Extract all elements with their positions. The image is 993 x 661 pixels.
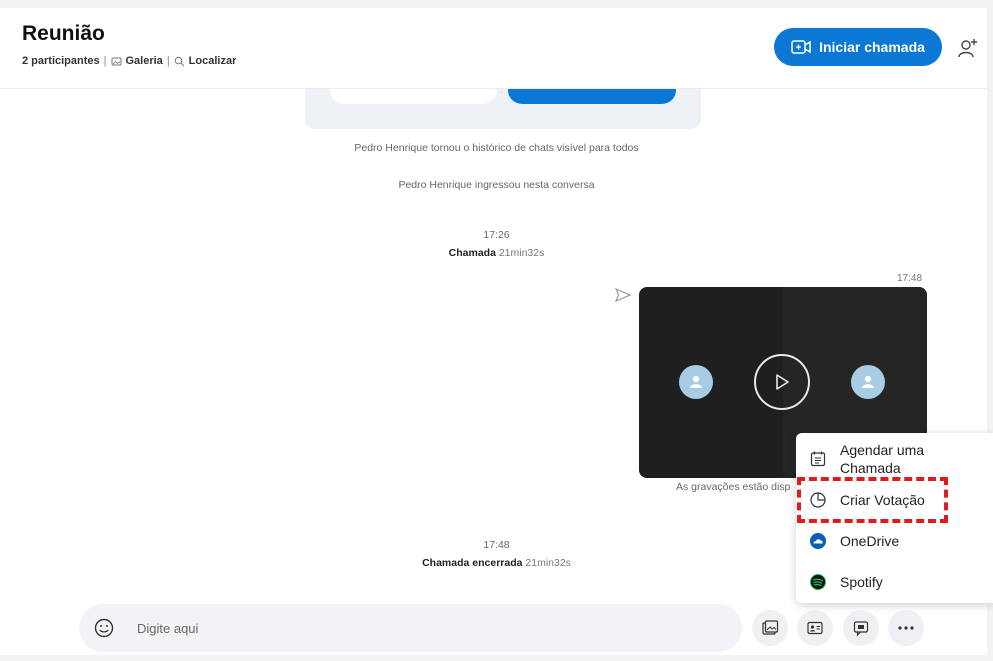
message-time: 17:48	[897, 273, 923, 284]
onedrive-icon	[809, 532, 827, 550]
menu-item-schedule-call[interactable]: Agendar uma Chamada	[796, 437, 993, 481]
system-message: Pedro Henrique ingressou nesta conversa	[398, 179, 595, 191]
more-options-button[interactable]	[888, 610, 924, 646]
video-message-icon	[853, 621, 869, 637]
image-icon	[762, 620, 779, 635]
contact-card-button[interactable]	[797, 610, 833, 646]
conversation-subtitle: 2 participantes | Galeria | Localizar	[22, 55, 236, 67]
person-icon	[862, 375, 874, 388]
video-message-button[interactable]	[843, 610, 879, 646]
chat-header: Reunião 2 participantes | Galeria | Loca…	[0, 8, 987, 88]
participants-link[interactable]: 2 participantes	[22, 55, 100, 67]
play-button[interactable]	[754, 354, 810, 410]
gallery-icon	[111, 56, 122, 67]
call-duration: 21min32s	[525, 557, 571, 569]
video-call-icon	[791, 39, 811, 55]
menu-item-label: Spotify	[840, 574, 883, 590]
search-icon	[174, 56, 185, 67]
spotify-icon	[809, 573, 827, 591]
ellipsis-icon	[898, 626, 914, 630]
start-call-label: Iniciar chamada	[819, 39, 925, 55]
header-divider	[0, 88, 987, 89]
find-link[interactable]: Localizar	[189, 55, 237, 67]
window-bottom-border	[0, 655, 993, 661]
call-label: Chamada	[448, 247, 496, 259]
add-person-icon	[958, 39, 977, 58]
menu-item-label: Agendar uma Chamada	[840, 442, 925, 476]
message-composer[interactable]: Digite aqui	[79, 604, 742, 652]
participant-avatar	[679, 365, 713, 399]
separator: |	[166, 55, 170, 67]
conversation-title: Reunião	[22, 22, 105, 45]
add-participant-button[interactable]	[955, 35, 981, 61]
system-message: Pedro Henrique tornou o histórico de cha…	[354, 142, 639, 154]
menu-item-spotify[interactable]: Spotify	[796, 568, 993, 596]
start-call-button[interactable]: Iniciar chamada	[774, 28, 942, 66]
call-summary: Chamada 21min32s	[0, 247, 993, 259]
separator: |	[103, 55, 107, 67]
emoji-icon[interactable]	[93, 617, 115, 639]
contact-card-icon	[807, 621, 823, 635]
message-input[interactable]: Digite aqui	[137, 621, 198, 636]
gallery-link[interactable]: Galeria	[126, 55, 163, 67]
menu-item-label: OneDrive	[840, 533, 900, 549]
highlight-annotation	[797, 477, 948, 523]
menu-item-onedrive[interactable]: OneDrive	[796, 527, 993, 555]
call-duration: 21min32s	[498, 247, 545, 259]
person-icon	[690, 375, 702, 388]
call-time: 17:26	[483, 229, 510, 241]
sent-icon	[614, 287, 632, 307]
window-top-border	[0, 0, 993, 8]
recordings-note: As gravações estão disp	[676, 481, 791, 493]
play-icon	[776, 374, 789, 390]
calendar-icon	[809, 450, 827, 468]
media-gallery-button[interactable]	[752, 610, 788, 646]
call-label: Chamada encerrada	[422, 557, 523, 569]
participant-avatar	[851, 365, 885, 399]
